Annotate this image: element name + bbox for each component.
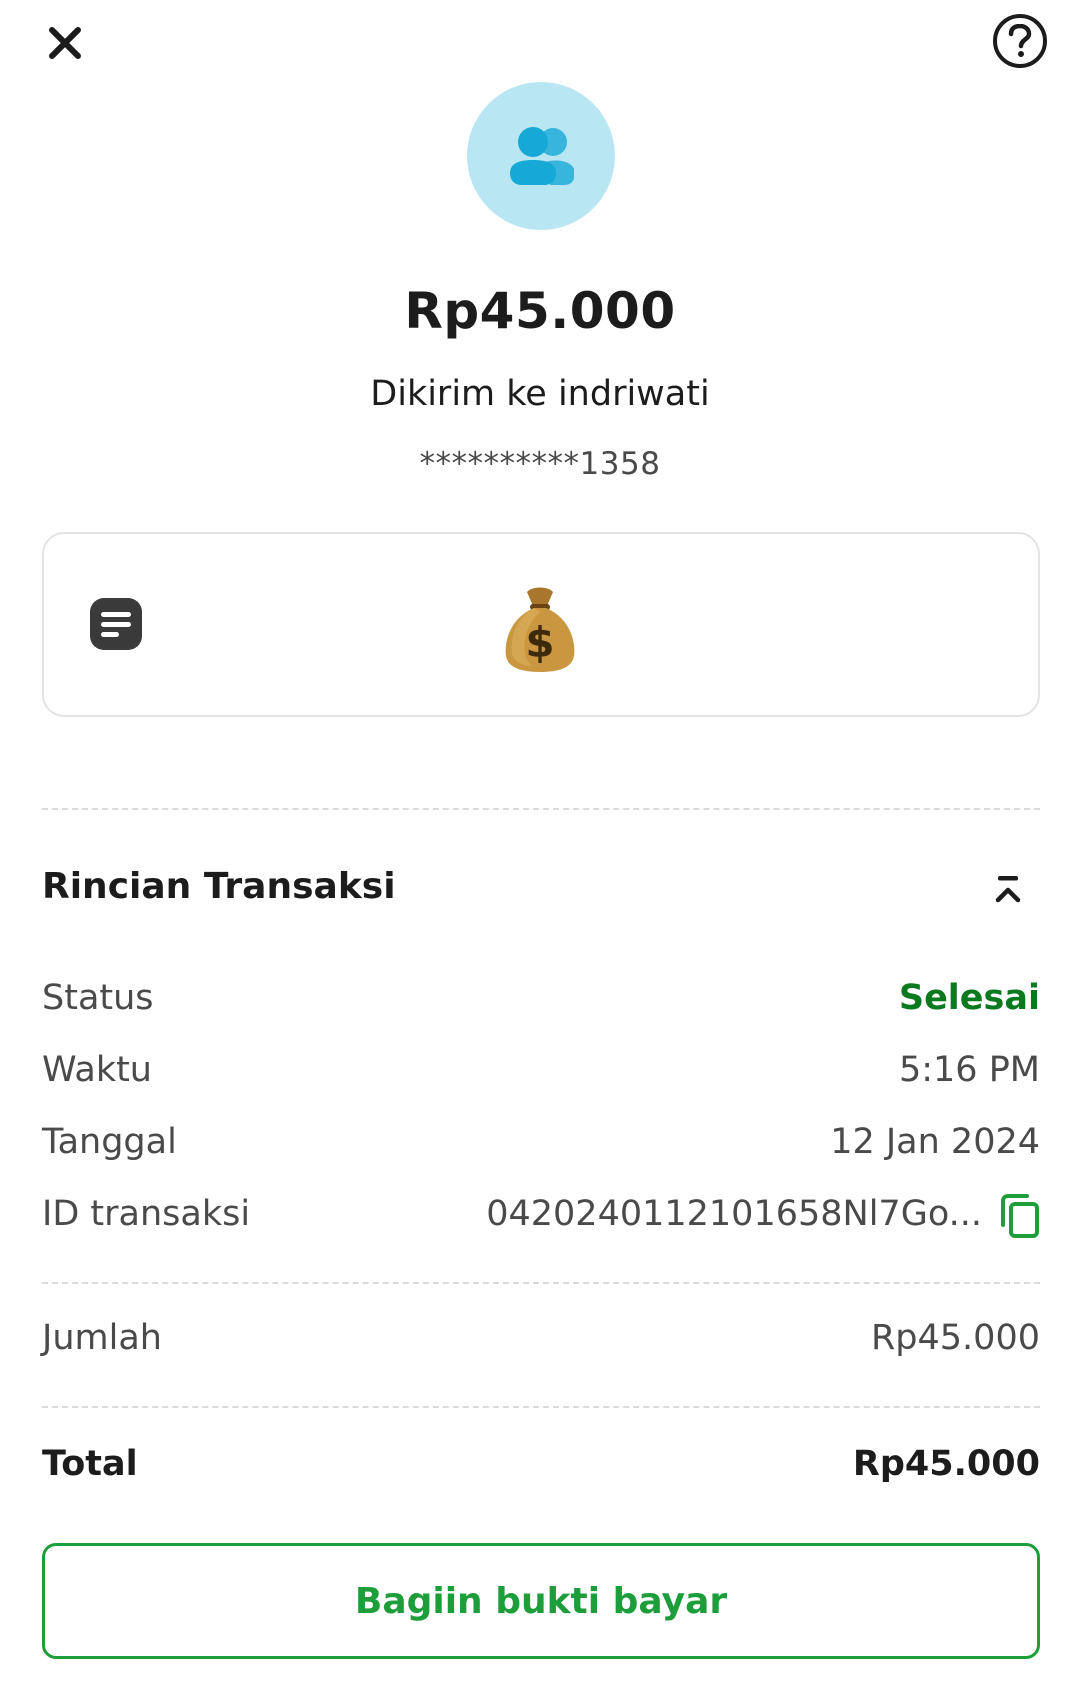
close-button[interactable] <box>40 18 90 68</box>
transfer-note-card: $ <box>42 532 1040 717</box>
transaction-id-label: ID transaksi <box>42 1194 251 1234</box>
time-value: 5:16 PM <box>898 1050 1040 1090</box>
amount-label: Jumlah <box>42 1318 162 1358</box>
transaction-id-value: 042024011210165​8Nl7Go... <box>486 1194 982 1234</box>
status-value: Selesai <box>898 978 1040 1018</box>
total-divider <box>42 1406 1040 1408</box>
help-icon <box>1008 24 1032 57</box>
total-value: Rp45.000 <box>852 1444 1040 1484</box>
recipient-name: Dikirim ke indriwati <box>370 374 710 414</box>
date-value: 12 Jan 2024 <box>830 1122 1040 1162</box>
collapse-up-icon <box>995 876 1021 903</box>
users-icon <box>510 127 574 185</box>
note-icon <box>90 598 142 650</box>
transaction-details-title: Rincian Transaksi <box>42 866 396 907</box>
transfer-amount: Rp45.000 <box>404 282 676 340</box>
details-divider <box>42 1282 1040 1284</box>
close-icon <box>49 27 81 59</box>
total-label: Total <box>42 1444 138 1484</box>
time-label: Waktu <box>42 1050 152 1090</box>
amount-value: Rp45.000 <box>870 1318 1040 1358</box>
masked-account-number: **********1358 <box>419 446 661 482</box>
copy-icon <box>1001 1194 1039 1238</box>
section-divider <box>42 808 1040 810</box>
collapse-details-button[interactable] <box>988 870 1028 910</box>
date-label: Tanggal <box>42 1122 177 1162</box>
money-bag-emoji: $ <box>505 587 575 672</box>
share-receipt-button[interactable]: Bagiin bukti bayar <box>42 1543 1040 1659</box>
svg-text:$: $ <box>525 618 554 667</box>
recipient-avatar <box>467 82 615 230</box>
help-button[interactable] <box>993 14 1047 68</box>
copy-transaction-id-button[interactable] <box>999 1193 1041 1239</box>
status-label: Status <box>42 978 154 1018</box>
